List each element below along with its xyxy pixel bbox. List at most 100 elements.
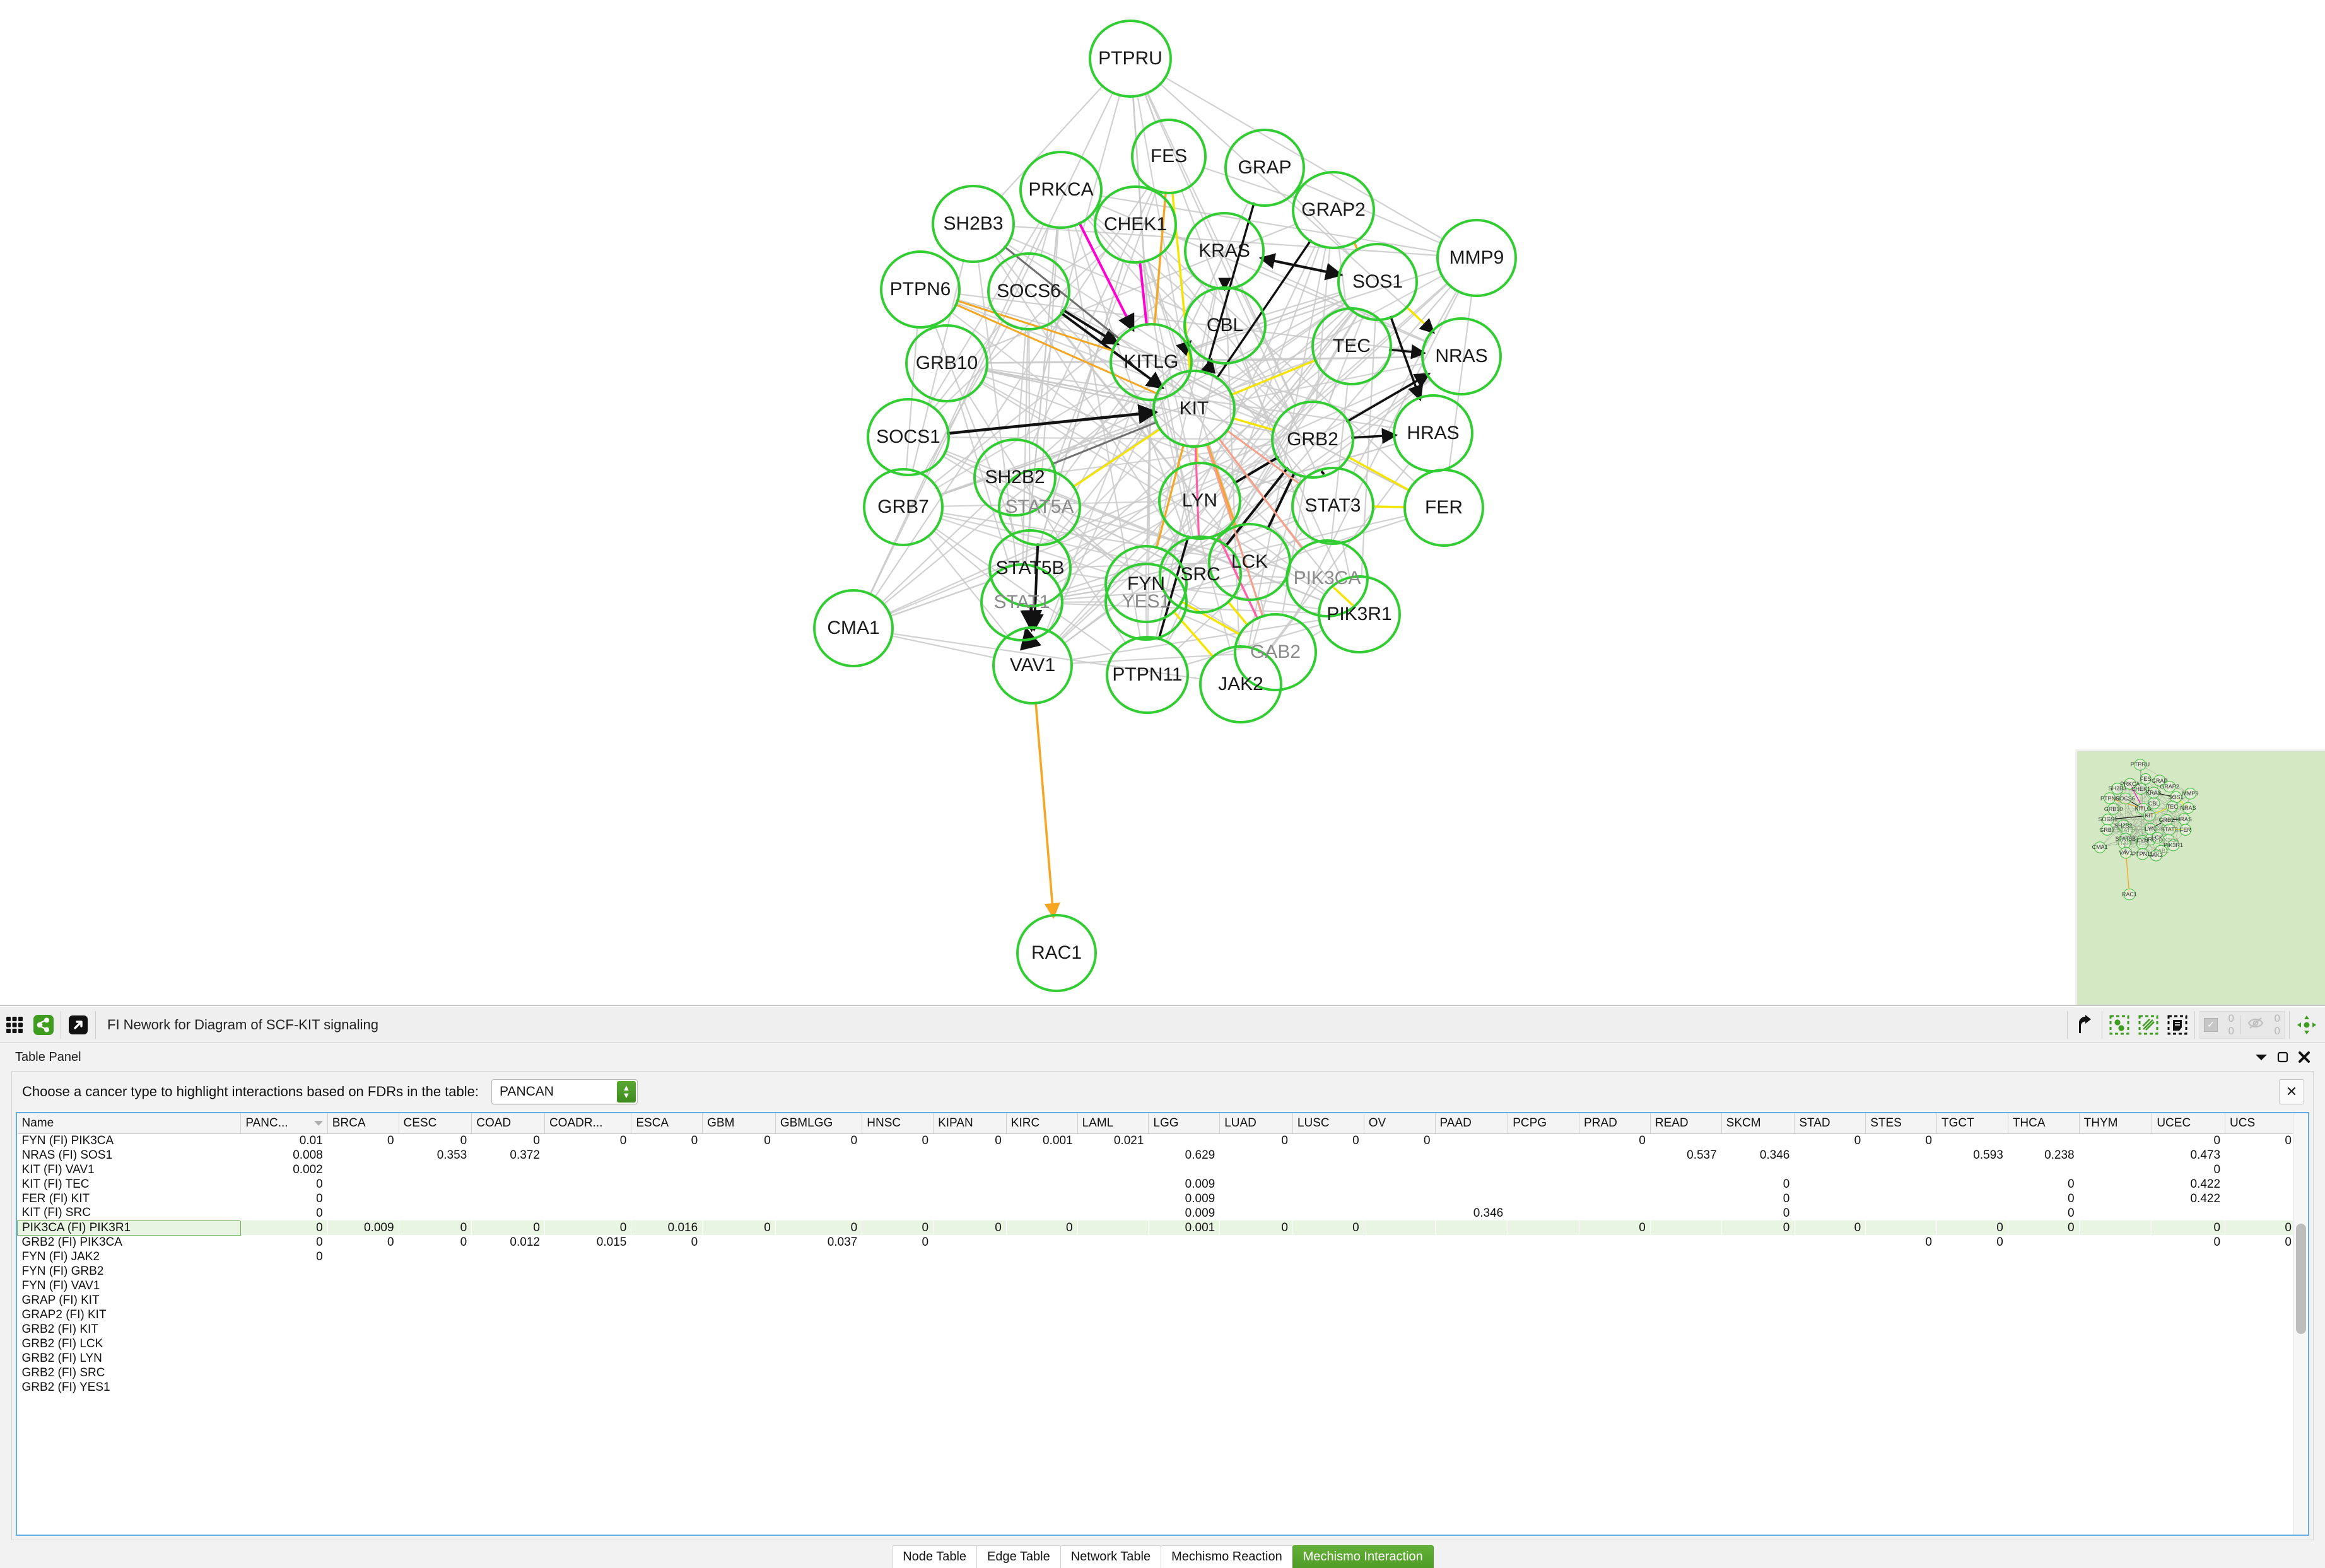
network-node[interactable]	[1292, 171, 1375, 249]
fdr-value-cell[interactable]	[2152, 1249, 2225, 1264]
fdr-value-cell[interactable]: 0	[775, 1220, 862, 1235]
fdr-value-cell[interactable]: 0	[1364, 1133, 1435, 1148]
fdr-value-cell[interactable]	[1220, 1351, 1293, 1366]
fdr-value-cell[interactable]	[2152, 1337, 2225, 1351]
fdr-value-cell[interactable]	[1149, 1337, 1220, 1351]
fdr-value-cell[interactable]	[1579, 1380, 1651, 1395]
fdr-value-cell[interactable]: 0	[1866, 1133, 1937, 1148]
fdr-value-cell[interactable]	[1721, 1278, 1795, 1293]
fdr-value-cell[interactable]: 0.353	[399, 1148, 472, 1162]
fdr-value-cell[interactable]	[703, 1191, 776, 1206]
fdr-value-cell[interactable]	[399, 1278, 472, 1293]
column-header-kipan[interactable]: KIPAN	[933, 1113, 1007, 1134]
column-header-read[interactable]: READ	[1650, 1113, 1722, 1134]
fdr-value-cell[interactable]	[631, 1278, 703, 1293]
fdr-value-cell[interactable]	[631, 1351, 703, 1366]
fdr-value-cell[interactable]	[472, 1337, 545, 1351]
fdr-value-cell[interactable]	[1435, 1264, 1508, 1278]
fdr-value-cell[interactable]	[1508, 1206, 1579, 1220]
fdr-value-cell[interactable]	[2152, 1322, 2225, 1337]
column-header-gbm[interactable]: GBM	[702, 1113, 776, 1134]
fdr-value-cell[interactable]	[1795, 1308, 1866, 1322]
fdr-value-cell[interactable]	[1866, 1337, 1937, 1351]
fdr-value-cell[interactable]	[472, 1206, 545, 1220]
table-row[interactable]: GRAP (FI) KIT	[18, 1293, 2297, 1308]
fdr-value-cell[interactable]	[1650, 1133, 1721, 1148]
fdr-value-cell[interactable]	[472, 1162, 545, 1177]
fdr-value-cell[interactable]: 0.037	[775, 1235, 862, 1249]
fdr-value-cell[interactable]	[544, 1148, 631, 1162]
fdr-value-cell[interactable]	[703, 1235, 776, 1249]
column-header-luad[interactable]: LUAD	[1219, 1113, 1293, 1134]
fdr-value-cell[interactable]	[2008, 1235, 2079, 1249]
vertical-scrollbar[interactable]	[2293, 1113, 2308, 1535]
fdr-value-cell[interactable]	[1006, 1177, 1077, 1191]
fdr-value-cell[interactable]	[934, 1191, 1007, 1206]
fdr-value-cell[interactable]	[1220, 1293, 1293, 1308]
fdr-value-cell[interactable]	[241, 1322, 327, 1337]
fdr-value-cell[interactable]	[1795, 1380, 1866, 1395]
fdr-value-cell[interactable]	[241, 1366, 327, 1380]
fdr-value-cell[interactable]	[1435, 1278, 1508, 1293]
fdr-value-cell[interactable]	[1006, 1206, 1077, 1220]
fdr-value-cell[interactable]	[544, 1308, 631, 1322]
network-node[interactable]	[1106, 636, 1189, 714]
fdr-value-cell[interactable]	[934, 1293, 1007, 1308]
fdr-value-cell[interactable]	[1435, 1148, 1508, 1162]
fdr-value-cell[interactable]	[2225, 1278, 2297, 1293]
fdr-value-cell[interactable]: 0	[327, 1235, 399, 1249]
fdr-value-cell[interactable]	[327, 1148, 399, 1162]
fdr-value-cell[interactable]	[1865, 1220, 1937, 1235]
network-node[interactable]	[987, 252, 1070, 331]
column-header-pcpg[interactable]: PCPG	[1508, 1113, 1580, 1134]
table-row[interactable]: GRB2 (FI) LCK	[18, 1337, 2297, 1351]
fdr-value-cell[interactable]	[1866, 1278, 1937, 1293]
column-header-cesc[interactable]: CESC	[399, 1113, 472, 1134]
fdr-value-cell[interactable]	[703, 1322, 776, 1337]
fdr-value-cell[interactable]	[1508, 1293, 1579, 1308]
fdr-value-cell[interactable]	[2225, 1162, 2297, 1177]
fdr-value-cell[interactable]	[472, 1191, 545, 1206]
fdr-value-cell[interactable]	[2225, 1351, 2297, 1366]
fdr-value-cell[interactable]: 0.009	[327, 1220, 399, 1235]
fdr-value-cell[interactable]	[2008, 1337, 2079, 1351]
fdr-value-cell[interactable]	[1220, 1177, 1293, 1191]
fdr-value-cell[interactable]	[1795, 1235, 1866, 1249]
fdr-value-cell[interactable]	[399, 1162, 472, 1177]
fdr-value-cell[interactable]	[544, 1366, 631, 1380]
fdr-value-cell[interactable]	[1006, 1322, 1077, 1337]
fdr-value-cell[interactable]	[2152, 1278, 2225, 1293]
fdr-value-cell[interactable]	[1508, 1235, 1579, 1249]
fdr-value-cell[interactable]	[1579, 1308, 1651, 1322]
interaction-name-cell[interactable]: GRB2 (FI) LYN	[18, 1351, 241, 1366]
fdr-value-cell[interactable]	[934, 1308, 1007, 1322]
fdr-value-cell[interactable]	[241, 1293, 327, 1308]
fdr-value-cell[interactable]	[631, 1264, 703, 1278]
fdr-value-cell[interactable]	[2008, 1308, 2079, 1322]
fdr-value-cell[interactable]	[399, 1293, 472, 1308]
fdr-value-cell[interactable]	[1721, 1366, 1795, 1380]
fdr-value-cell[interactable]	[1721, 1133, 1795, 1148]
fdr-value-cell[interactable]: 0.015	[544, 1235, 631, 1249]
fdr-value-cell[interactable]	[1006, 1249, 1077, 1264]
fdr-value-cell[interactable]	[1435, 1380, 1508, 1395]
fdr-value-cell[interactable]	[1292, 1322, 1364, 1337]
fdr-value-cell[interactable]	[1508, 1264, 1579, 1278]
fdr-value-cell[interactable]	[1650, 1206, 1721, 1220]
fdr-value-cell[interactable]	[1795, 1191, 1866, 1206]
fdr-value-cell[interactable]	[631, 1191, 703, 1206]
fdr-value-cell[interactable]	[703, 1293, 776, 1308]
fdr-value-cell[interactable]	[544, 1293, 631, 1308]
fdr-value-cell[interactable]	[2152, 1380, 2225, 1395]
fdr-value-cell[interactable]	[1508, 1177, 1579, 1191]
fdr-value-cell[interactable]	[1721, 1351, 1795, 1366]
fdr-value-cell[interactable]	[399, 1191, 472, 1206]
fdr-value-cell[interactable]	[1721, 1235, 1795, 1249]
fdr-value-cell[interactable]	[2079, 1264, 2152, 1278]
fdr-value-cell[interactable]	[1937, 1337, 2008, 1351]
fdr-value-cell[interactable]	[399, 1264, 472, 1278]
fdr-value-cell[interactable]	[2008, 1278, 2079, 1293]
column-header-tgct[interactable]: TGCT	[1936, 1113, 2008, 1134]
fdr-value-cell[interactable]	[327, 1293, 399, 1308]
fdr-value-cell[interactable]: 0.012	[472, 1235, 545, 1249]
